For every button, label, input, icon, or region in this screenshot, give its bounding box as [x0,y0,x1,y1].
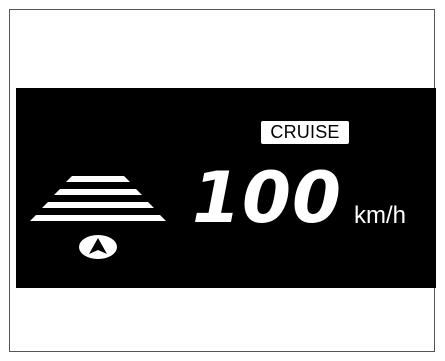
set-speed-value: 100 [192,160,342,230]
vehicle-distance-indicator [30,176,166,259]
distance-bar-1 [66,176,130,182]
set-speed-readout: 100 [192,160,342,230]
distance-bar-2 [54,189,142,195]
vehicle-ahead-arrow-icon [79,235,117,259]
distance-bar-3 [42,202,154,208]
speed-unit-label: km/h [354,202,407,229]
following-distance-bars-icon [30,176,166,221]
cruise-badge: CRUISE [261,121,349,144]
distance-bar-4 [30,215,166,221]
